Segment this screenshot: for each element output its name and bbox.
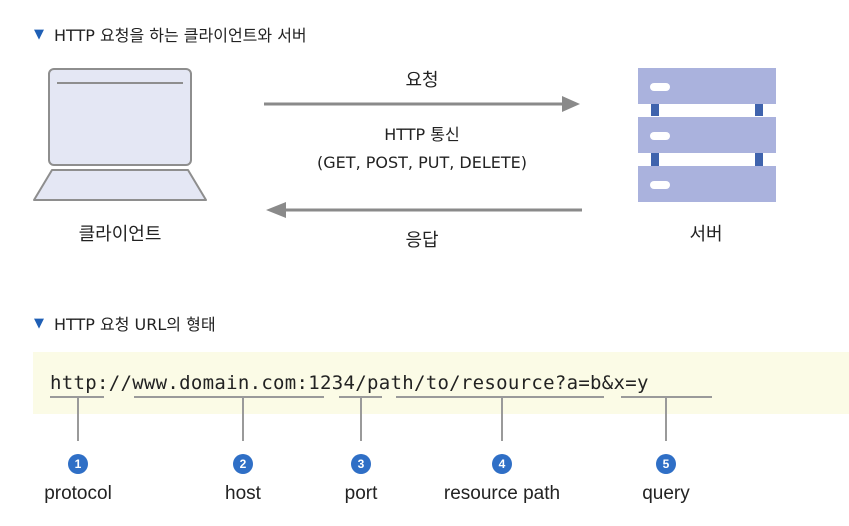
url-scheme: http xyxy=(50,372,97,394)
section-heading-url: ▼ HTTP 요청 URL의 형태 xyxy=(34,311,216,335)
number-badge-host: 2 xyxy=(233,454,253,474)
section-title: HTTP 요청 URL의 형태 xyxy=(54,315,216,334)
part-label-protocol: protocol xyxy=(44,483,112,504)
url-example: http://www.domain.com:1234/path/to/resou… xyxy=(50,372,649,394)
number-badge-resource-path: 4 xyxy=(492,454,512,474)
section-heading-client-server: ▼ HTTP 요청을 하는 클라이언트와 서버 xyxy=(34,22,307,46)
number-badge-port: 3 xyxy=(351,454,371,474)
triangle-bullet-icon: ▼ xyxy=(34,315,44,331)
url-separator: : xyxy=(296,372,309,394)
server-label: 서버 xyxy=(689,224,723,245)
request-arrow-head xyxy=(562,96,580,112)
url-path: /path/to/resource xyxy=(355,372,555,394)
url-separator: :// xyxy=(96,372,133,394)
laptop-icon xyxy=(33,68,207,201)
url-part-connectors xyxy=(50,396,712,441)
client-label: 클라이언트 xyxy=(78,224,162,245)
url-separator: ? xyxy=(554,372,567,394)
number-badge-query: 5 xyxy=(656,454,676,474)
server-icon xyxy=(638,68,776,202)
part-label-resource-path: resource path xyxy=(443,483,561,504)
response-arrow-head xyxy=(266,202,286,218)
url-host: www.domain.com xyxy=(132,372,297,394)
section-title: HTTP 요청을 하는 클라이언트와 서버 xyxy=(54,26,307,45)
number-badge-protocol: 1 xyxy=(68,454,88,474)
url-query: a=b&x=y xyxy=(566,372,649,394)
request-label: 요청 xyxy=(405,70,439,91)
part-label-query: query xyxy=(642,483,690,504)
triangle-bullet-icon: ▼ xyxy=(34,26,44,42)
protocol-label: HTTP 통신 xyxy=(384,125,460,144)
part-label-host: host xyxy=(225,483,261,504)
methods-label: (GET, POST, PUT, DELETE) xyxy=(317,153,527,172)
part-label-port: port xyxy=(344,483,378,504)
url-port: 1234 xyxy=(308,372,356,394)
response-label: 응답 xyxy=(405,230,439,251)
